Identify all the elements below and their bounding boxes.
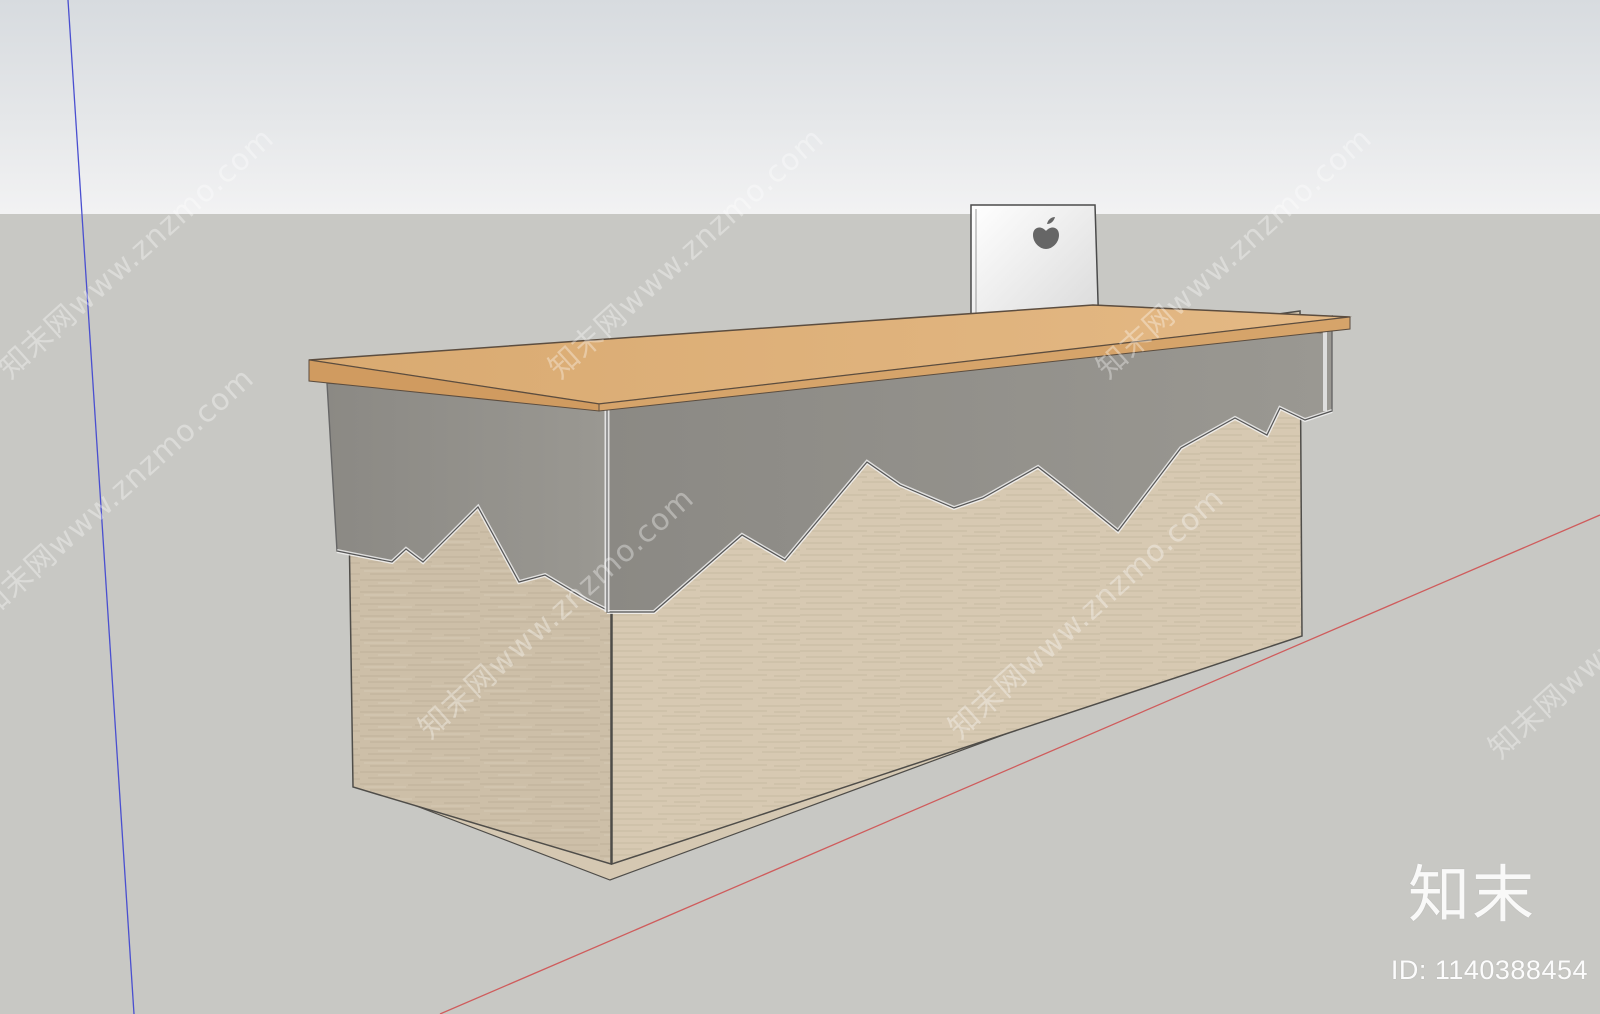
brand-logo: 知末 <box>1407 858 1536 931</box>
model-id-label: ID: 1140388454 <box>1390 955 1588 985</box>
reception-desk-scene: 知末网www.znzmo.com 知末网www.znzmo.com 知末网www… <box>0 0 1600 1014</box>
svg-text:知末网www.znzmo.com: 知末网www.znzmo.com <box>0 361 261 626</box>
sketchup-viewport[interactable]: 知末网www.znzmo.com 知末网www.znzmo.com 知末网www… <box>0 0 1600 1014</box>
svg-text:知末网www.znzmo.com: 知末网www.znzmo.com <box>0 121 281 386</box>
